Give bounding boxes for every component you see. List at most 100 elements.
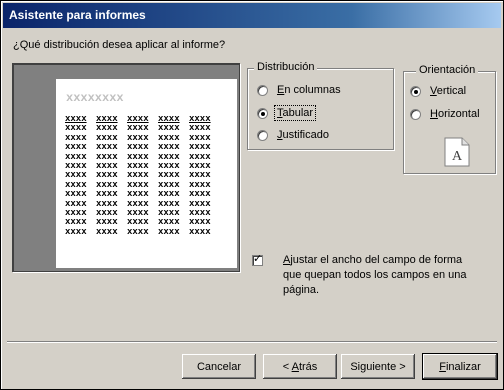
preview-cell: xxxx (127, 133, 149, 143)
preview-row: xxxx xxxx xxxx xxxx xxxx (65, 200, 220, 209)
radio-button-tabular[interactable] (257, 107, 268, 119)
preview-row: xxxx xxxx xxxx xxxx xxxx (65, 209, 220, 218)
preview-cell: xxxx (189, 133, 211, 143)
preview-cell: xxxx (96, 115, 118, 124)
preview-cell: xxxx (158, 199, 180, 209)
preview-row: xxxx xxxx xxxx xxxx xxxx (65, 190, 220, 199)
preview-cell: xxxx (189, 161, 211, 171)
preview-cell: xxxx (158, 133, 180, 143)
preview-page: xxxxxxxx xxxx xxxx xxxx xxxx xxxx xxxx xxxx xxx… (56, 79, 237, 268)
preview-cell: xxxx (127, 143, 149, 153)
preview-cell: xxxx (96, 171, 118, 181)
preview-cell: xxxx (158, 161, 180, 171)
separator-line (7, 341, 497, 343)
radio-label-tabular: Tabular (273, 105, 317, 121)
finish-button[interactable]: Finalizar (422, 353, 498, 380)
preview-cell: xxxx (158, 124, 180, 134)
preview-cell: xxxx (127, 190, 149, 200)
preview-cell: xxxx (158, 152, 180, 162)
preview-cell: xxxx (127, 161, 149, 171)
radio-vertical[interactable]: Vertical (410, 85, 466, 97)
preview-cell: xxxx (96, 208, 118, 218)
preview-cell: xxxx (96, 124, 118, 134)
radio-label-vertical: Vertical (430, 85, 467, 97)
preview-row: xxxx xxxx xxxx xxxx xxxx (65, 124, 220, 133)
orientation-group-label: Orientación (416, 64, 479, 76)
preview-cell: xxxx (96, 218, 118, 228)
radio-dot (414, 89, 418, 94)
title-bar[interactable]: Asistente para informes (3, 3, 501, 28)
preview-cell: xxxx (65, 152, 87, 162)
radio-button-vertical[interactable] (410, 85, 421, 97)
radio-en-columnas[interactable]: En columnas (257, 84, 341, 96)
fit-fields-checkbox-row[interactable]: ✓ Ajustar el ancho del campo de forma qu… (252, 253, 473, 298)
preview-cell: xxxx (65, 133, 87, 143)
radio-button-en-columnas[interactable] (257, 84, 268, 96)
cancel-button[interactable]: Cancelar (182, 354, 256, 379)
preview-cell: xxxx (127, 124, 149, 134)
preview-cell: xxxx (127, 171, 149, 181)
preview-cell: xxxx (127, 180, 149, 190)
preview-cell: xxxx (158, 180, 180, 190)
layout-question: ¿Qué distribución desea aplicar al infor… (13, 39, 226, 51)
preview-cell: xxxx (158, 218, 180, 228)
window-title: Asistente para informes (9, 8, 146, 22)
preview-cell: xxxx (65, 190, 87, 200)
preview-cell: xxxx (127, 115, 149, 124)
preview-cell: xxxx (65, 161, 87, 171)
preview-cell: xxxx (96, 190, 118, 200)
radio-tabular[interactable]: Tabular (257, 105, 317, 121)
preview-cell: xxxx (189, 199, 211, 209)
preview-cell: xxxx (65, 199, 87, 209)
radio-horizontal[interactable]: Horizontal (410, 108, 480, 120)
preview-row: xxxx xxxx xxxx xxxx xxxx (65, 143, 220, 152)
preview-cell: xxxx (158, 227, 180, 237)
back-button[interactable]: < Atrás (263, 354, 337, 379)
preview-cell: xxxx (189, 143, 211, 153)
radio-button-horizontal[interactable] (410, 108, 421, 120)
preview-cell: xxxx (65, 143, 87, 153)
preview-cell: xxxx (96, 143, 118, 153)
preview-cell: xxxx (189, 218, 211, 228)
preview-cell: xxxx (189, 190, 211, 200)
distribution-group-label: Distribución (254, 61, 318, 73)
radio-label-en-columnas: En columnas (277, 84, 341, 96)
preview-cell: xxxx (189, 208, 211, 218)
preview-cell: xxxx (158, 171, 180, 181)
preview-row: xxxx xxxx xxxx xxxx xxxx (65, 153, 220, 162)
radio-dot (261, 111, 265, 116)
preview-cell: xxxx (127, 208, 149, 218)
preview-header-row: xxxx xxxx xxxx xxxx xxxx (65, 115, 220, 124)
radio-justificado[interactable]: Justificado (257, 129, 329, 141)
preview-cell: xxxx (65, 124, 87, 134)
preview-row: xxxx xxxx xxxx xxxx xxxx (65, 218, 220, 227)
fit-fields-checkbox[interactable]: ✓ (252, 253, 263, 266)
preview-cell: xxxx (158, 143, 180, 153)
preview-cell: xxxx (127, 152, 149, 162)
preview-row: xxxx xxxx xxxx xxxx xxxx (65, 228, 220, 237)
preview-cell: xxxx (158, 208, 180, 218)
preview-cell: xxxx (189, 171, 211, 181)
radio-button-justificado[interactable] (257, 129, 268, 141)
preview-cell: xxxx (158, 190, 180, 200)
next-button[interactable]: Siguiente > (341, 354, 415, 379)
preview-cell: xxxx (189, 152, 211, 162)
preview-row: xxxx xxxx xxxx xxxx xxxx (65, 134, 220, 143)
preview-cell: xxxx (158, 115, 180, 124)
preview-cell: xxxx (127, 199, 149, 209)
preview-cell: xxxx (96, 180, 118, 190)
preview-cell: xxxx (96, 152, 118, 162)
checkmark-icon: ✓ (253, 253, 263, 265)
preview-cell: xxxx (96, 199, 118, 209)
fit-fields-label: Ajustar el ancho del campo de forma que … (283, 254, 467, 296)
preview-row: xxxx xxxx xxxx xxxx xxxx (65, 181, 220, 190)
preview-cell: xxxx (127, 218, 149, 228)
preview-cell: xxxx (65, 218, 87, 228)
portrait-page-icon: A (444, 137, 470, 167)
preview-cell: xxxx (96, 133, 118, 143)
preview-cell: xxxx (65, 115, 87, 124)
preview-cell: xxxx (65, 227, 87, 237)
orientation-group: Orientación Vertical Horizontal A (403, 64, 496, 174)
preview-cell: xxxx (65, 180, 87, 190)
preview-row: xxxx xxxx xxxx xxxx xxxx (65, 162, 220, 171)
